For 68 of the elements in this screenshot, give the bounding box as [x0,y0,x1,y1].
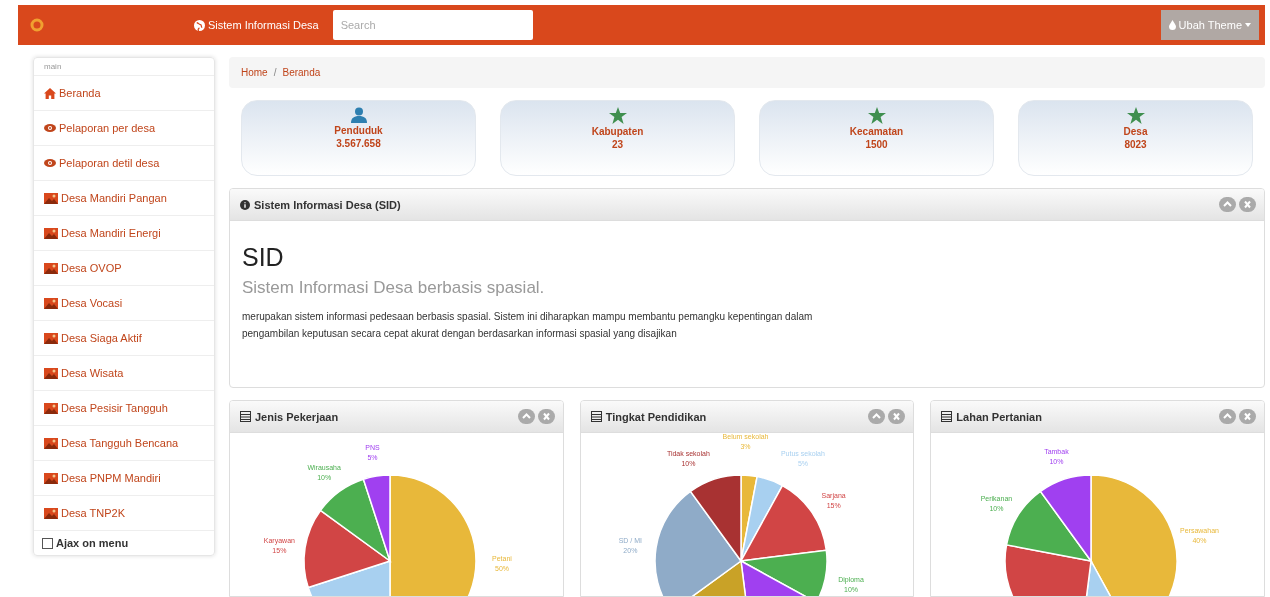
menu-item[interactable]: Desa Pesisir Tangguh [34,390,214,425]
close-icon[interactable] [1239,409,1256,424]
stat-value: 23 [611,139,624,150]
image-icon [44,227,58,239]
close-icon[interactable] [537,409,555,424]
menu-item[interactable]: Desa TNP2K [34,495,214,530]
breadcrumb-link[interactable]: Beranda [282,67,321,78]
page-heading: SID [242,243,285,272]
eye-icon [44,124,56,132]
menu-item[interactable]: Desa Vocasi [34,285,214,320]
menu-item[interactable]: Desa Mandiri Pangan [34,180,214,215]
star-icon [867,107,886,124]
collapse-icon[interactable] [868,409,886,424]
image-icon [44,367,58,379]
image-icon [44,437,58,449]
table-icon [590,411,602,422]
panel-title: Tingkat Pendidikan [605,410,707,423]
person-icon [350,107,367,123]
image-icon [44,402,58,414]
close-icon[interactable] [888,409,906,424]
table-icon [941,411,953,422]
menu-header: main [43,62,63,73]
info-icon [240,199,250,210]
collapse-icon[interactable] [1219,197,1236,212]
image-icon [44,192,58,204]
stat-label: Penduduk [334,125,383,136]
collapse-icon[interactable] [1219,409,1236,424]
star-icon [1126,107,1145,124]
panel-title: Jenis Pekerjaan [255,410,339,423]
logo-icon[interactable] [30,18,44,32]
page-subheading: Sistem Informasi Desa berbasis spasial. [242,278,546,298]
menu-item[interactable]: Pelaporan detil desa [34,145,214,180]
stat-value: 1500 [865,139,888,150]
eye-icon [44,159,56,167]
menu-item[interactable]: Desa Mandiri Energi [34,215,214,250]
star-icon [608,107,627,124]
table-icon [240,411,251,422]
panel-title: Lahan Pertanian [956,410,1042,423]
caret-icon [1245,23,1251,27]
stat-value: 8023 [1124,139,1147,150]
stat-label: Kecamatan [849,126,904,137]
ajax-checkbox[interactable]: Ajax on menu [34,530,214,549]
stat-value: 3.567.658 [336,138,381,149]
stat-label: Kabupaten [591,126,644,137]
menu-item[interactable]: Desa Siaga Aktif [34,320,214,355]
image-icon [44,472,58,484]
breadcrumb-separator: / [273,67,277,78]
description-text: merupakan sistem informasi pedesaan berbasis spasial. Sistem ini diharapkan mampu membantu pemangku kepentingan dalam pengambilan keputusan secara cepat akurat dengan berdasarkan informasi spasial yang disajikan [242,310,814,341]
site-brand[interactable]: Sistem Informasi Desa [194,19,319,31]
globe-icon [194,19,205,31]
menu-item[interactable]: Desa Wisata [34,355,214,390]
image-icon [44,262,58,274]
breadcrumb-link[interactable]: Home [241,67,268,78]
menu-item[interactable]: Desa Tangguh Bencana [34,425,214,460]
stat-label: Desa [1123,126,1148,137]
menu-item[interactable]: Beranda [34,75,214,110]
drop-icon [1168,20,1176,30]
image-icon [44,297,58,309]
panel-title: Sistem Informasi Desa (SID) [254,198,401,211]
menu-item[interactable]: Pelaporan per desa [34,110,214,145]
close-icon[interactable] [1239,197,1256,212]
menu-item[interactable]: Desa OVOP [34,250,214,285]
search-field[interactable]: Search [332,10,533,40]
menu-item[interactable]: Desa PNPM Mandiri [34,460,214,495]
image-icon [44,332,58,344]
image-icon [44,507,58,519]
home-icon [44,87,56,99]
collapse-icon[interactable] [517,409,535,424]
